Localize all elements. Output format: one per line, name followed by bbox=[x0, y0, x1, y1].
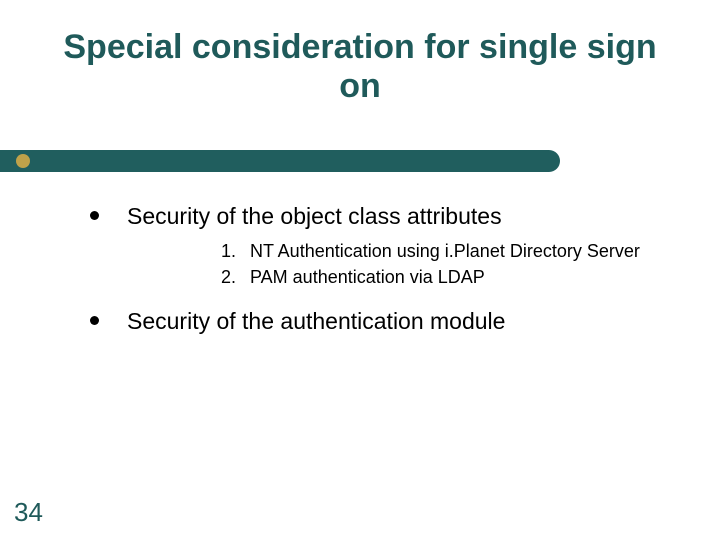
page-number: 34 bbox=[14, 497, 43, 528]
slide-title: Special consideration for single sign on bbox=[0, 0, 720, 114]
bullet-item: Security of the object class attributes bbox=[90, 202, 690, 231]
slide: Special consideration for single sign on… bbox=[0, 0, 720, 540]
bullet-text: Security of the authentication module bbox=[127, 307, 505, 336]
bullet-text: Security of the object class attributes bbox=[127, 202, 502, 231]
sub-item-number: 1. bbox=[210, 239, 236, 263]
bullet-item: Security of the authentication module bbox=[90, 307, 690, 336]
sub-item-number: 2. bbox=[210, 265, 236, 289]
sub-item-text: NT Authentication using i.Planet Directo… bbox=[250, 239, 640, 263]
sub-item: 2. PAM authentication via LDAP bbox=[210, 265, 690, 289]
sub-item: 1. NT Authentication using i.Planet Dire… bbox=[210, 239, 690, 263]
sub-list: 1. NT Authentication using i.Planet Dire… bbox=[210, 239, 690, 290]
slide-content: Security of the object class attributes … bbox=[90, 200, 690, 340]
bullet-icon bbox=[90, 316, 99, 325]
bullet-icon bbox=[90, 211, 99, 220]
accent-bar bbox=[0, 150, 560, 172]
sub-item-text: PAM authentication via LDAP bbox=[250, 265, 485, 289]
